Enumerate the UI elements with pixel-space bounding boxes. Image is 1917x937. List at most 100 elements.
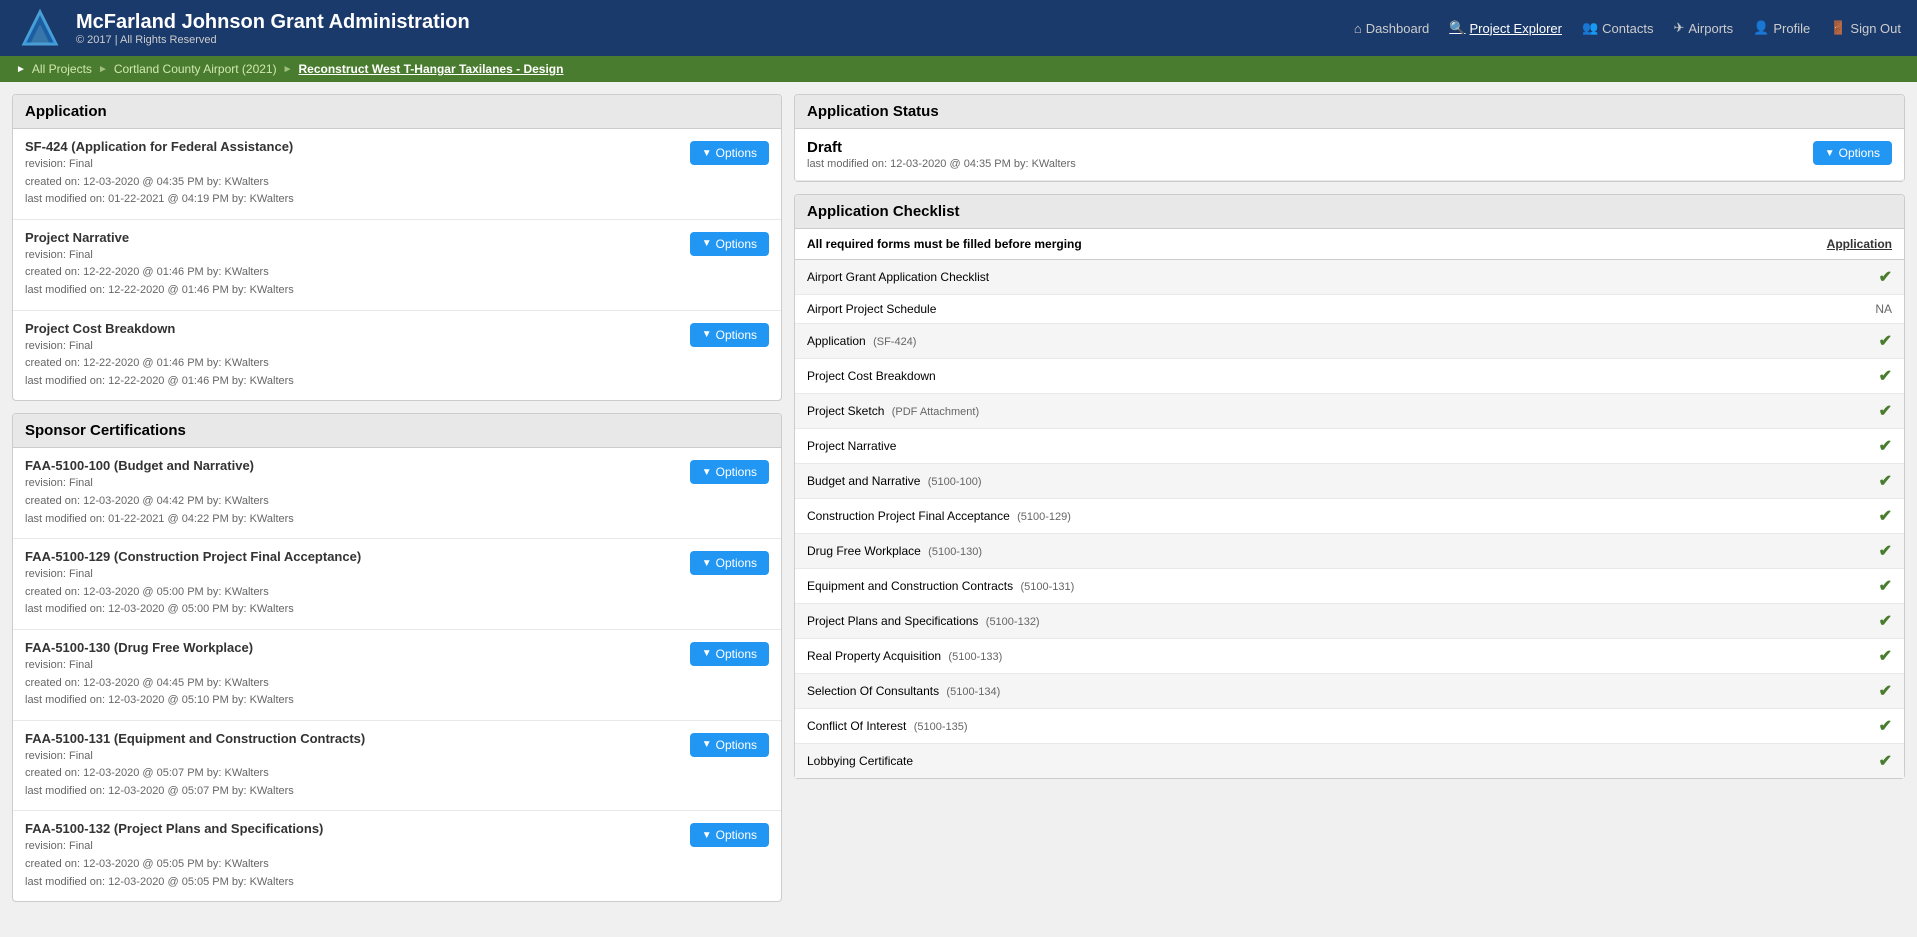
sponsor-card-body: FAA-5100-100 (Budget and Narrative) revi…	[13, 448, 781, 901]
check-icon: ✔	[1879, 331, 1892, 351]
checklist-card: Application Checklist All required forms…	[794, 194, 1905, 779]
checklist-item-label: Conflict Of Interest (5100-135)	[807, 719, 968, 733]
nav-sign-out[interactable]: 🚪 Sign Out	[1830, 20, 1901, 36]
check-icon: ✔	[1879, 576, 1892, 596]
checklist-item-sub: (5100-100)	[928, 476, 982, 488]
checklist-row: Construction Project Final Acceptance (5…	[795, 499, 1904, 534]
form-item-meta: revision: Final created on: 12-03-2020 @…	[25, 748, 678, 801]
form-options-label: Options	[716, 647, 757, 661]
form-options-button[interactable]: ▼ Options	[690, 642, 769, 666]
status-options-label: Options	[1839, 146, 1880, 160]
nav-profile[interactable]: 👤 Profile	[1753, 20, 1810, 36]
na-text: NA	[1875, 302, 1892, 316]
nav-airports[interactable]: ✈ Airports	[1673, 20, 1733, 36]
status-label: Draft	[807, 139, 1076, 156]
form-item-info: FAA-5100-131 (Equipment and Construction…	[25, 731, 678, 801]
checklist-item-sub: (SF-424)	[873, 336, 916, 348]
checklist-row: Equipment and Construction Contracts (51…	[795, 569, 1904, 604]
form-options-button[interactable]: ▼ Options	[690, 551, 769, 575]
status-row: Draft last modified on: 12-03-2020 @ 04:…	[795, 129, 1904, 181]
breadcrumb-sep-2: ►	[283, 64, 293, 75]
chevron-right-icon: ►	[16, 64, 26, 75]
check-icon: ✔	[1879, 401, 1892, 421]
form-item-info: FAA-5100-132 (Project Plans and Specific…	[25, 821, 678, 891]
check-icon: ✔	[1879, 681, 1892, 701]
form-options-button[interactable]: ▼ Options	[690, 823, 769, 847]
checklist-item-name: Construction Project Final Acceptance	[807, 509, 1010, 523]
form-options-label: Options	[716, 465, 757, 479]
nav-dashboard[interactable]: ⌂ Dashboard	[1354, 21, 1429, 36]
check-icon: ✔	[1879, 751, 1892, 771]
caret-icon: ▼	[702, 830, 712, 841]
check-icon: ✔	[1879, 646, 1892, 666]
breadcrumb-airport[interactable]: Cortland County Airport (2021)	[114, 62, 277, 76]
checklist-row: Conflict Of Interest (5100-135) ✔	[795, 709, 1904, 744]
checklist-row: Project Cost Breakdown ✔	[795, 359, 1904, 394]
breadcrumb-all-projects[interactable]: All Projects	[32, 62, 92, 76]
checklist-item-name: Airport Grant Application Checklist	[807, 270, 989, 284]
status-options-button[interactable]: ▼ Options	[1813, 141, 1892, 165]
form-item-meta: revision: Final created on: 12-03-2020 @…	[25, 156, 678, 209]
form-item-meta: revision: Final created on: 12-03-2020 @…	[25, 657, 678, 710]
checklist-item-label: Selection Of Consultants (5100-134)	[807, 684, 1000, 698]
sponsor-title: Sponsor Certifications	[25, 422, 186, 439]
status-card: Application Status Draft last modified o…	[794, 94, 1905, 182]
breadcrumb-current[interactable]: Reconstruct West T-Hangar Taxilanes - De…	[299, 62, 564, 76]
form-options-label: Options	[716, 556, 757, 570]
checklist-intro: All required forms must be filled before…	[807, 237, 1082, 251]
form-item-title: FAA-5100-132 (Project Plans and Specific…	[25, 821, 678, 836]
form-item-info: Project Cost Breakdown revision: Final c…	[25, 321, 678, 391]
checklist-row: Application (SF-424) ✔	[795, 324, 1904, 359]
caret-icon: ▼	[702, 558, 712, 569]
form-item: FAA-5100-129 (Construction Project Final…	[13, 539, 781, 630]
checklist-item-label: Budget and Narrative (5100-100)	[807, 474, 982, 488]
form-options-button[interactable]: ▼ Options	[690, 733, 769, 757]
breadcrumb-sep-1: ►	[98, 64, 108, 75]
form-item: FAA-5100-100 (Budget and Narrative) revi…	[13, 448, 781, 539]
status-meta: last modified on: 12-03-2020 @ 04:35 PM …	[807, 158, 1076, 170]
form-options-button[interactable]: ▼ Options	[690, 141, 769, 165]
caret-icon: ▼	[702, 238, 712, 249]
form-item: Project Narrative revision: Final create…	[13, 220, 781, 311]
form-item-title: FAA-5100-131 (Equipment and Construction…	[25, 731, 678, 746]
form-options-label: Options	[716, 738, 757, 752]
check-icon: ✔	[1879, 366, 1892, 386]
checklist-item-label: Construction Project Final Acceptance (5…	[807, 509, 1071, 523]
checklist-item-label: Lobbying Certificate	[807, 754, 913, 768]
form-options-label: Options	[716, 328, 757, 342]
checklist-item-name: Project Plans and Specifications	[807, 614, 978, 628]
form-options-button[interactable]: ▼ Options	[690, 323, 769, 347]
checklist-item-name: Budget and Narrative	[807, 474, 920, 488]
form-item-info: SF-424 (Application for Federal Assistan…	[25, 139, 678, 209]
checklist-items-container: Airport Grant Application Checklist ✔ Ai…	[795, 260, 1904, 778]
app-title: McFarland Johnson Grant Administration	[76, 11, 1354, 34]
application-card: Application SF-424 (Application for Fede…	[12, 94, 782, 401]
caret-icon: ▼	[702, 148, 712, 159]
sponsor-card: Sponsor Certifications FAA-5100-100 (Bud…	[12, 413, 782, 902]
checklist-item-label: Project Plans and Specifications (5100-1…	[807, 614, 1040, 628]
form-item-info: Project Narrative revision: Final create…	[25, 230, 678, 300]
checklist-row: Project Plans and Specifications (5100-1…	[795, 604, 1904, 639]
form-item-title: FAA-5100-129 (Construction Project Final…	[25, 549, 678, 564]
checklist-item-sub: (5100-130)	[928, 546, 982, 558]
form-options-button[interactable]: ▼ Options	[690, 232, 769, 256]
sponsor-card-header: Sponsor Certifications	[13, 414, 781, 448]
checklist-card-header: Application Checklist	[795, 195, 1904, 229]
form-item-info: FAA-5100-129 (Construction Project Final…	[25, 549, 678, 619]
checklist-row: Selection Of Consultants (5100-134) ✔	[795, 674, 1904, 709]
nav-contacts[interactable]: 👥 Contacts	[1582, 20, 1654, 36]
check-icon: ✔	[1879, 436, 1892, 456]
checklist-item-label: Drug Free Workplace (5100-130)	[807, 544, 982, 558]
status-card-header: Application Status	[795, 95, 1904, 129]
checklist-item-label: Equipment and Construction Contracts (51…	[807, 579, 1074, 593]
application-card-body: SF-424 (Application for Federal Assistan…	[13, 129, 781, 400]
form-item-title: Project Cost Breakdown	[25, 321, 678, 336]
caret-icon: ▼	[702, 467, 712, 478]
checklist-row: Project Sketch (PDF Attachment) ✔	[795, 394, 1904, 429]
nav-project-explorer[interactable]: 🔍 Project Explorer	[1449, 20, 1562, 36]
form-options-button[interactable]: ▼ Options	[690, 460, 769, 484]
caret-icon: ▼	[702, 648, 712, 659]
check-icon: ✔	[1879, 716, 1892, 736]
checklist-title: Application Checklist	[807, 203, 960, 220]
form-item-meta: revision: Final created on: 12-03-2020 @…	[25, 566, 678, 619]
